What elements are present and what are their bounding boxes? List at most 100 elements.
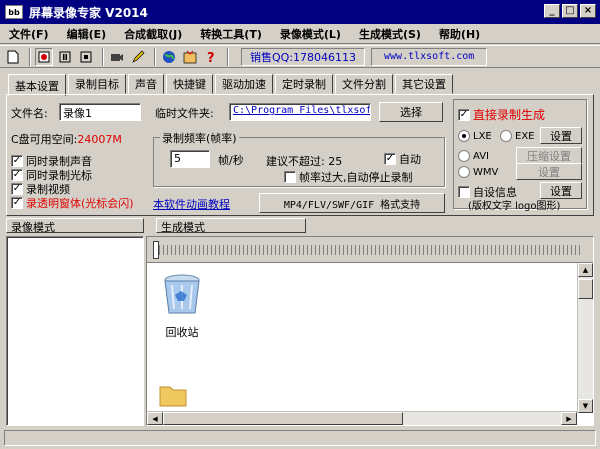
tempdir-input[interactable]: C:\Program Files\tlxsof [229, 103, 371, 121]
toolbar-separator [29, 47, 31, 66]
tab-split[interactable]: 文件分割 [335, 74, 393, 94]
maximize-button[interactable]: □ [562, 4, 578, 18]
auto-stop-label: 帧率过大,自动停止录制 [299, 171, 413, 184]
menu-record-mode[interactable]: 录像模式(L) [271, 26, 350, 42]
timeline[interactable] [147, 237, 593, 263]
auto-stop-box[interactable] [284, 171, 296, 183]
recycle-bin-label: 回收站 [165, 326, 199, 339]
timeline-marker[interactable] [153, 241, 159, 259]
tab-basic[interactable]: 基本设置 [8, 74, 66, 96]
tab-generate-mode[interactable]: 生成模式 [156, 218, 306, 234]
auto-label: 自动 [399, 153, 421, 166]
new-file-icon[interactable] [4, 48, 22, 66]
recording-list[interactable] [6, 236, 144, 426]
fps-input[interactable]: 5 [170, 150, 210, 168]
tab-schedule[interactable]: 定时录制 [275, 74, 333, 94]
vertical-scrollbar[interactable]: ▲ ▼ [577, 263, 593, 413]
horizontal-scrollbar[interactable]: ◀ ▶ [147, 411, 577, 425]
tab-hotkey[interactable]: 快捷键 [166, 74, 213, 94]
frame-rate-group: 录制频率(帧率) 5 帧/秒 建议不超过: 25 ✓ 自动 帧率过大,自动停止录… [153, 130, 445, 187]
help-icon[interactable]: ? [202, 48, 220, 66]
recycle-bin[interactable]: 回收站 [159, 273, 205, 340]
avi-radio[interactable]: AVI [458, 150, 489, 162]
rec-transparent-checkbox[interactable]: ✓ 录透明窗体(光标会闪) [11, 195, 134, 211]
menu-help[interactable]: 帮助(H) [430, 26, 489, 42]
frame-rate-title: 录制频率(帧率) [160, 130, 239, 146]
globe-icon[interactable] [160, 48, 178, 66]
stop-icon[interactable] [77, 48, 95, 66]
scroll-up-button[interactable]: ▲ [578, 263, 593, 277]
tab-other[interactable]: 其它设置 [395, 74, 453, 94]
disk-space-caption: C盘可用空间: [11, 133, 78, 146]
menu-file[interactable]: 文件(F) [0, 26, 58, 42]
record-icon[interactable] [35, 47, 53, 66]
wmv-radio[interactable]: WMV [458, 166, 498, 178]
avi-radio-circle[interactable] [458, 150, 470, 162]
rec-cursor-box[interactable]: ✓ [11, 169, 23, 181]
select-folder-button[interactable]: 选择 [379, 102, 443, 122]
recycle-bin-icon [164, 274, 200, 314]
auto-checkbox[interactable]: ✓ 自动 [384, 151, 421, 167]
window-controls: _ □ × [544, 4, 596, 18]
pause-icon[interactable] [56, 48, 74, 66]
tempdir-label: 临时文件夹: [155, 107, 214, 120]
direct-record-box[interactable]: ✓ [458, 108, 470, 121]
wmv-radio-circle[interactable] [458, 166, 470, 178]
auto-stop-checkbox[interactable]: 帧率过大,自动停止录制 [284, 169, 413, 185]
exe-radio-circle[interactable] [500, 130, 512, 142]
direct-record-group: ✓ 直接录制生成 LXE EXE 设置 AVI 压缩设置 WMV 设置 自设信息… [453, 99, 587, 212]
scroll-left-button[interactable]: ◀ [147, 412, 163, 425]
menu-edit[interactable]: 编辑(E) [58, 26, 116, 42]
disk-space-label: C盘可用空间:24007M [11, 131, 122, 147]
auto-box[interactable]: ✓ [384, 153, 396, 165]
app-icon: bb [5, 5, 23, 19]
toolbar-separator [154, 47, 156, 66]
tutorial-icon[interactable] [181, 48, 199, 66]
mode-tabs: 录像模式 生成模式 [6, 218, 594, 234]
camera-icon[interactable] [108, 48, 126, 66]
minimize-button[interactable]: _ [544, 4, 560, 18]
website-link[interactable]: www.tlxsoft.com [371, 47, 488, 66]
format-support-button[interactable]: MP4/FLV/SWF/GIF 格式支持 [259, 193, 445, 213]
menu-generate-mode[interactable]: 生成模式(S) [350, 26, 430, 42]
preview-pane: 回收站 ▲ ▼ ◀ ▶ [146, 236, 594, 426]
menu-bar: 文件(F) 编辑(E) 合成截取(J) 转换工具(T) 录像模式(L) 生成模式… [0, 24, 600, 44]
preview-desktop: 回收站 [147, 263, 577, 413]
compress-settings-button[interactable]: 压缩设置 [516, 147, 582, 164]
title-bar[interactable]: bb 屏幕录像专家 V2014 _ □ × [0, 0, 600, 24]
basic-settings-panel: 文件名: 录像1 临时文件夹: C:\Program Files\tlxsof … [6, 94, 594, 216]
tab-sound[interactable]: 声音 [128, 74, 164, 94]
rec-video-box[interactable]: ✓ [11, 183, 23, 195]
scroll-down-button[interactable]: ▼ [578, 399, 593, 413]
filename-input[interactable]: 录像1 [59, 103, 141, 121]
close-button[interactable]: × [580, 4, 596, 18]
wmv-settings-button[interactable]: 设置 [516, 163, 582, 180]
pen-icon[interactable] [129, 48, 147, 66]
lxe-radio[interactable]: LXE [458, 130, 492, 142]
horizontal-scroll-thumb[interactable] [163, 412, 403, 425]
tab-target[interactable]: 录制目标 [68, 74, 126, 94]
toolbar-separator [227, 47, 229, 66]
lxe-settings-button[interactable]: 设置 [540, 127, 582, 144]
direct-record-label: 直接录制生成 [473, 108, 546, 122]
rec-transparent-box[interactable]: ✓ [11, 197, 23, 209]
settings-tabs: 基本设置 录制目标 声音 快捷键 驱动加速 定时录制 文件分割 其它设置 [8, 74, 455, 96]
tab-record-mode[interactable]: 录像模式 [6, 218, 144, 234]
lxe-radio-circle[interactable] [458, 130, 470, 142]
wmv-label: WMV [473, 166, 499, 178]
rec-sound-box[interactable]: ✓ [11, 155, 23, 167]
toolbar: ? 销售QQ:178046113 www.tlxsoft.com [0, 45, 600, 68]
folder-icon[interactable] [159, 383, 187, 407]
timeline-ruler [155, 245, 583, 255]
tab-driver[interactable]: 驱动加速 [215, 74, 273, 94]
direct-record-checkbox[interactable]: ✓ 直接录制生成 [458, 106, 545, 123]
menu-convert[interactable]: 转换工具(T) [191, 26, 271, 42]
sales-qq: 销售QQ:178046113 [241, 47, 366, 66]
exe-label: EXE [515, 130, 535, 142]
vertical-scroll-thumb[interactable] [578, 279, 593, 299]
scroll-right-button[interactable]: ▶ [561, 412, 577, 425]
window-title: 屏幕录像专家 V2014 [29, 5, 148, 20]
exe-radio[interactable]: EXE [500, 130, 535, 142]
menu-compose[interactable]: 合成截取(J) [115, 26, 191, 42]
tutorial-link[interactable]: 本软件动画教程 [153, 196, 230, 212]
